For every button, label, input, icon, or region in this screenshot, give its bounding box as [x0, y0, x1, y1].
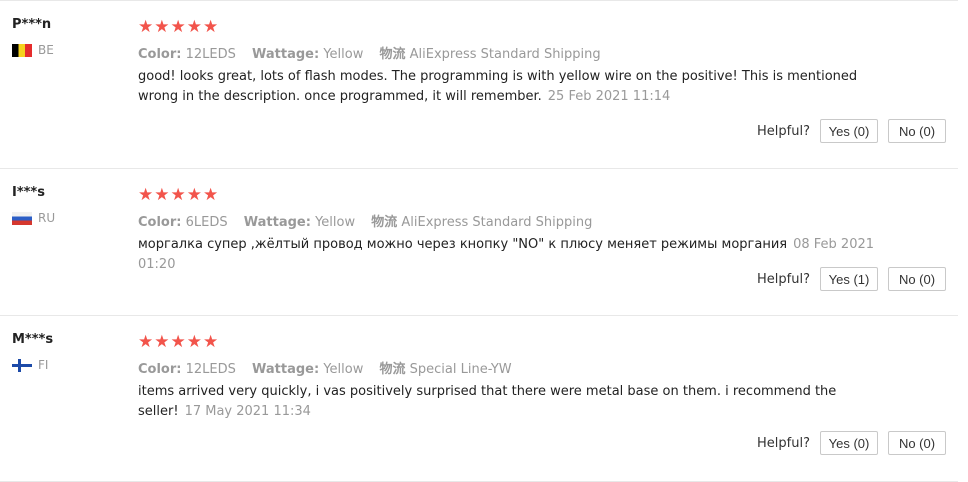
finland-flag-icon — [12, 358, 32, 372]
reviewer-country: BE — [12, 43, 54, 57]
wattage-value: Yellow — [323, 47, 364, 62]
helpful-label: Helpful? — [757, 123, 810, 139]
star-rating: ★★★★★ — [138, 185, 220, 205]
helpful-yes-button[interactable]: Yes (0) — [820, 431, 878, 455]
shipping-label: 物流 — [379, 47, 406, 62]
helpful-controls: Helpful? Yes (0) No (0) — [757, 119, 946, 143]
reviewer-name: M***s — [12, 332, 54, 347]
country-code: FI — [38, 358, 49, 372]
russia-flag-icon — [12, 211, 32, 225]
country-code: BE — [38, 43, 54, 57]
product-attributes: Color: 12LEDS Wattage: Yellow 物流 Special… — [138, 358, 524, 377]
helpful-controls: Helpful? Yes (0) No (0) — [757, 431, 946, 455]
shipping-value: AliExpress Standard Shipping — [401, 215, 593, 230]
color-label: Color: — [138, 215, 182, 230]
helpful-no-button[interactable]: No (0) — [888, 267, 946, 291]
star-rating: ★★★★★ — [138, 17, 220, 37]
review-date: 17 May 2021 11:34 — [184, 404, 311, 419]
color-label: Color: — [138, 362, 182, 377]
product-attributes: Color: 6LEDS Wattage: Yellow 物流 AliExpre… — [138, 211, 604, 230]
review-text-block: good! looks great, lots of flash modes. … — [138, 67, 878, 107]
product-attributes: Color: 12LEDS Wattage: Yellow 物流 AliExpr… — [138, 43, 613, 62]
helpful-yes-button[interactable]: Yes (0) — [820, 119, 878, 143]
review-item: M***s FI ★★★★★ Color: 12LEDS Wattage: Ye… — [0, 315, 958, 482]
wattage-label: Wattage: — [252, 47, 320, 62]
wattage-label: Wattage: — [243, 215, 311, 230]
wattage-value: Yellow — [315, 215, 356, 230]
reviewer-name: P***n — [12, 17, 52, 32]
shipping-label: 物流 — [379, 362, 406, 377]
belgium-flag-icon — [12, 43, 32, 57]
review-text: good! looks great, lots of flash modes. … — [138, 69, 858, 104]
reviewer-country: RU — [12, 211, 55, 225]
color-label: Color: — [138, 47, 182, 62]
shipping-value: Special Line-YW — [409, 362, 512, 377]
helpful-no-button[interactable]: No (0) — [888, 119, 946, 143]
star-rating: ★★★★★ — [138, 332, 220, 352]
helpful-label: Helpful? — [757, 271, 810, 287]
shipping-label: 物流 — [371, 215, 398, 230]
reviewer-name: I***s — [12, 185, 45, 200]
color-value: 12LEDS — [185, 362, 236, 377]
review-item: I***s RU ★★★★★ Color: 6LEDS Wattage: Yel… — [0, 168, 958, 316]
review-item: P***n BE ★★★★★ Color: 12LEDS Wattage: Ye… — [0, 0, 958, 169]
country-code: RU — [38, 211, 56, 225]
color-value: 12LEDS — [185, 47, 236, 62]
helpful-label: Helpful? — [757, 435, 810, 451]
wattage-value: Yellow — [323, 362, 364, 377]
color-value: 6LEDS — [185, 215, 228, 230]
review-text-block: items arrived very quickly, i vas positi… — [138, 382, 878, 422]
helpful-yes-button[interactable]: Yes (1) — [820, 267, 878, 291]
wattage-label: Wattage: — [252, 362, 320, 377]
reviewer-country: FI — [12, 358, 48, 372]
helpful-no-button[interactable]: No (0) — [888, 431, 946, 455]
review-text: моргалка супер ,жёлтый провод можно чере… — [138, 237, 788, 252]
helpful-controls: Helpful? Yes (1) No (0) — [757, 267, 946, 291]
review-date: 25 Feb 2021 11:14 — [547, 89, 671, 104]
shipping-value: AliExpress Standard Shipping — [409, 47, 601, 62]
